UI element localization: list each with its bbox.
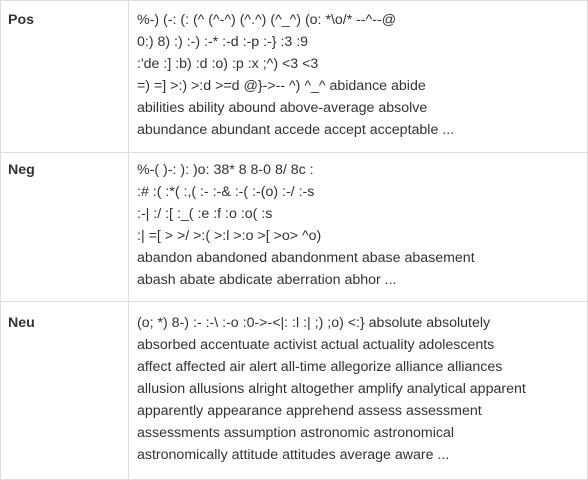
content-line: assessments assumption astronomic astron… [137, 425, 454, 441]
row-label: Neu [0, 301, 129, 480]
content-line: (o; *) 8-) :- :-\ :-o :0->-<|: :l :| ;) … [137, 315, 491, 331]
content-line: allusion allusions alright altogether am… [137, 381, 526, 397]
content-line: absorbed accentuate activist actual actu… [137, 337, 495, 353]
content-line: 0:) 8) :) :-) :-* :-d :-p :-} :3 :9 [137, 34, 309, 50]
content-line: abash abate abdicate aberration abhor ..… [137, 272, 397, 288]
table-row-neg: Neg %-( )-: ): )o: 38* 8 8-0 8/ 8c : :# … [0, 152, 588, 302]
content-line: abilities ability abound above-average a… [137, 100, 428, 116]
row-label: Pos [0, 0, 129, 153]
table-row-neu: Neu (o; *) 8-) :- :-\ :-o :0->-<|: :l :|… [0, 301, 588, 480]
lexicon-table: Pos %-) (-: (: (^ (^-^) (^.^) (^_^) (o: … [0, 0, 588, 480]
content-line: :'de :] :b) :d :o) :p :x ;^) <3 <3 [137, 56, 319, 72]
content-line: abundance abundant accede accept accepta… [137, 122, 455, 138]
table-row-pos: Pos %-) (-: (: (^ (^-^) (^.^) (^_^) (o: … [0, 0, 588, 153]
row-content: %-) (-: (: (^ (^-^) (^.^) (^_^) (o: *\o/… [128, 0, 588, 153]
content-line: :# :( :*( :,( :- :-& :-( :-(o) :-/ :-s [137, 184, 315, 200]
content-line: =) =] >:) >:d >=d @}->-- ^) ^_^ abidance… [137, 78, 426, 94]
content-line: :-| :/ :[ :_( :e :f :o :o( :s [137, 206, 273, 222]
content-line: %-) (-: (: (^ (^-^) (^.^) (^_^) (o: *\o/… [137, 12, 397, 28]
content-line: :| =[ > >/ >:( >:l >:o >[ >o> ^o) [137, 228, 322, 244]
content-line: apparently appearance apprehend assess a… [137, 403, 482, 419]
content-line: astronomically attitude attitudes averag… [137, 447, 450, 463]
row-content: (o; *) 8-) :- :-\ :-o :0->-<|: :l :| ;) … [128, 301, 588, 480]
row-label: Neg [0, 152, 129, 302]
content-line: %-( )-: ): )o: 38* 8 8-0 8/ 8c : [137, 162, 314, 178]
content-line: affect affected air alert all-time alleg… [137, 359, 503, 375]
row-content: %-( )-: ): )o: 38* 8 8-0 8/ 8c : :# :( :… [128, 152, 588, 302]
content-line: abandon abandoned abandonment abase abas… [137, 250, 475, 266]
